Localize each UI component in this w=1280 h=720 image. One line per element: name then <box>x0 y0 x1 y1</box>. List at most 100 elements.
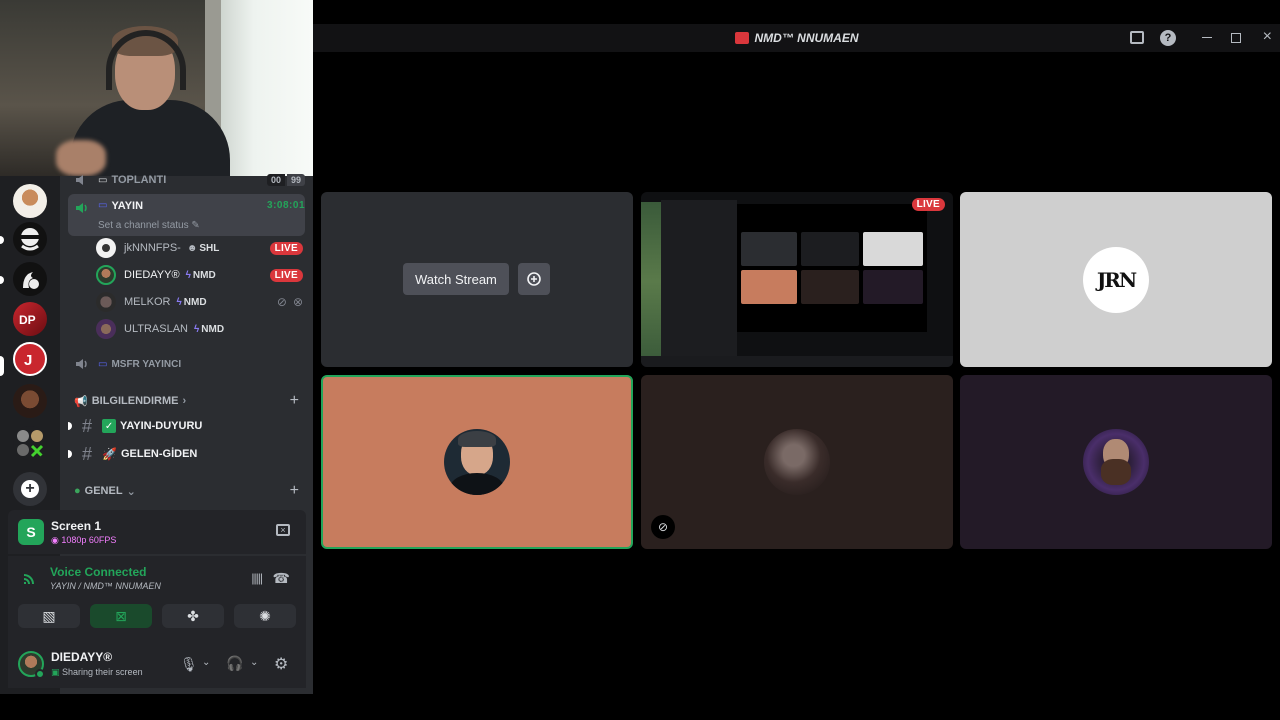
stream-tile-jknnn[interactable]: Watch Stream <box>321 192 633 367</box>
status-dot <box>35 669 45 679</box>
speaker-icon <box>76 359 87 369</box>
nitro-icon: ◉ <box>51 535 59 545</box>
speaker-icon <box>76 175 83 185</box>
add-stream-button[interactable] <box>518 263 550 295</box>
deafened-icon: ⊗ <box>292 295 303 309</box>
webcam-overlay <box>0 0 313 176</box>
avatar <box>96 319 116 339</box>
category-bilgilendirme[interactable]: 📢 BILGILENDIRME › + <box>74 391 299 411</box>
signal-icon[interactable] <box>22 570 38 586</box>
avatar <box>96 238 116 258</box>
server-icon-6[interactable] <box>13 384 47 418</box>
inbox-icon[interactable] <box>1130 31 1144 44</box>
activity-icon: ✤ <box>187 607 199 624</box>
bolt-icon: ϟ <box>185 269 191 281</box>
svg-text:DP: DP <box>19 313 36 327</box>
maximize-icon[interactable] <box>1231 33 1241 43</box>
voice-user[interactable]: MELKOR ϟ NMD ⊘ ⊗ <box>96 290 303 314</box>
game-preview <box>641 202 661 362</box>
server-folder[interactable] <box>13 426 47 460</box>
minimize-icon[interactable] <box>1202 37 1212 38</box>
plus-icon: + <box>21 480 39 498</box>
voice-connected-panel: Voice Connected YAYIN / NMD™ NNUMAEN |||… <box>8 556 306 642</box>
voice-channel-toplanti[interactable]: ▭ TOPLANTI 00 99 <box>68 166 305 194</box>
voice-channel-yayin[interactable]: ▭ YAYIN 3:08:01 Set a channel status ✎ <box>68 194 305 236</box>
hash-icon: # <box>82 415 93 436</box>
add-server-button[interactable]: + <box>13 472 47 506</box>
live-badge: LIVE <box>269 241 303 255</box>
nested-sidebar <box>661 200 737 360</box>
server-icon-4[interactable]: DP <box>13 302 47 336</box>
user-tile-logo[interactable]: JRN <box>960 192 1272 367</box>
screen-share-icon: S <box>18 519 44 545</box>
user-panel: DIEDAYY® ▣ Sharing their screen 🎙 ⌄ 🎧 ⌄ … <box>8 642 306 688</box>
live-badge: LIVE <box>269 268 303 282</box>
avatar: JRN <box>1083 246 1149 313</box>
avatar <box>444 429 510 495</box>
server-icon-2[interactable] <box>13 222 47 256</box>
chevron-right-icon: › <box>182 395 187 407</box>
server-icon-1[interactable] <box>13 184 47 218</box>
nested-stage <box>737 204 927 332</box>
server-icon-3[interactable] <box>13 262 47 296</box>
channel-list: ▭ TOPLANTI 00 99 ▭ YAYIN 3:08:01 Set a c… <box>60 174 313 510</box>
plus-icon[interactable]: + <box>290 482 299 500</box>
noise-suppression-icon[interactable]: ||||| <box>251 571 263 585</box>
voice-user[interactable]: jkNNNFPS- ☻ SHL LIVE <box>96 236 303 260</box>
channel-status[interactable]: Set a channel status ✎ <box>98 220 200 231</box>
close-icon[interactable]: × <box>1263 28 1272 46</box>
user-tile-diedayy[interactable] <box>321 375 633 549</box>
avatar <box>96 265 116 285</box>
chevron-down-icon[interactable]: ⌄ <box>250 657 258 668</box>
deafened-icon: ⊘ <box>651 515 675 539</box>
unread-indicator <box>68 450 72 458</box>
globe-icon: ● <box>74 485 81 497</box>
chevron-down-icon[interactable]: ⌄ <box>202 657 210 668</box>
server-indicator-selected <box>0 356 4 376</box>
text-channel-gelen[interactable]: # 🚀 GELEN-GİDEN <box>68 441 301 467</box>
titlebar: NMD™ NNUMAEN ? × <box>313 24 1280 52</box>
mic-muted-icon: ⊘ <box>276 295 287 309</box>
mic-icon[interactable]: 🎙 <box>180 656 198 673</box>
live-badge: LIVE <box>911 198 945 211</box>
pencil-icon: ✎ <box>191 220 200 231</box>
server-icon-5[interactable]: J <box>13 342 47 376</box>
nested-taskbar <box>641 356 953 367</box>
camera-off-button[interactable]: ▧ <box>18 604 80 628</box>
stream-tile-diedayy[interactable]: LIVE <box>641 192 953 367</box>
category-genel[interactable]: ● GENEL ⌄ + <box>74 481 299 501</box>
soundboard-button[interactable]: ✺ <box>234 604 296 628</box>
svg-text:J: J <box>24 352 32 369</box>
voice-channel-msfr[interactable]: ▭ MSFR YAYINCI <box>68 350 305 378</box>
user-tile-melkor[interactable]: ⊘ <box>641 375 953 549</box>
speaker-icon <box>76 203 87 213</box>
monitor-icon: ▭ <box>98 358 108 370</box>
bolt-icon: ϟ <box>176 296 182 308</box>
hash-icon: # <box>82 443 93 464</box>
user-tile-ultraslan[interactable] <box>960 375 1272 549</box>
voice-user[interactable]: DIEDAYY® ϟ NMD LIVE <box>96 263 303 287</box>
plus-icon[interactable]: + <box>290 392 299 410</box>
stop-stream-icon[interactable]: × <box>276 524 290 536</box>
disconnect-icon[interactable]: ☎ <box>273 570 290 587</box>
avatar <box>1083 429 1149 495</box>
server-indicator <box>0 276 4 284</box>
activities-button[interactable]: ✤ <box>162 604 224 628</box>
screen-share-icon: ⊠ <box>115 607 127 624</box>
voice-user[interactable]: ULTRASLAN ϟ NMD <box>96 317 303 341</box>
avatar <box>764 429 830 495</box>
help-icon[interactable]: ? <box>1160 30 1176 46</box>
quality-label: ◉ 1080p 60FPS <box>51 535 117 545</box>
rocket-icon: 🚀 <box>102 447 117 461</box>
server-badge-icon <box>734 32 749 44</box>
screen-share-button[interactable]: ⊠ <box>90 604 152 628</box>
gear-icon[interactable]: ⚙ <box>274 654 288 674</box>
watch-stream-button[interactable]: Watch Stream <box>403 263 509 295</box>
screen-share-panel: S Screen 1 ◉ 1080p 60FPS × <box>8 510 306 554</box>
camera-off-icon: ▧ <box>42 607 56 624</box>
chevron-down-icon: ⌄ <box>126 485 136 498</box>
avatar <box>96 292 116 312</box>
headphones-icon[interactable]: 🎧 <box>226 655 243 672</box>
check-icon: ✓ <box>102 419 117 433</box>
text-channel-duyuru[interactable]: # ✓ YAYIN-DUYURU <box>68 413 301 439</box>
